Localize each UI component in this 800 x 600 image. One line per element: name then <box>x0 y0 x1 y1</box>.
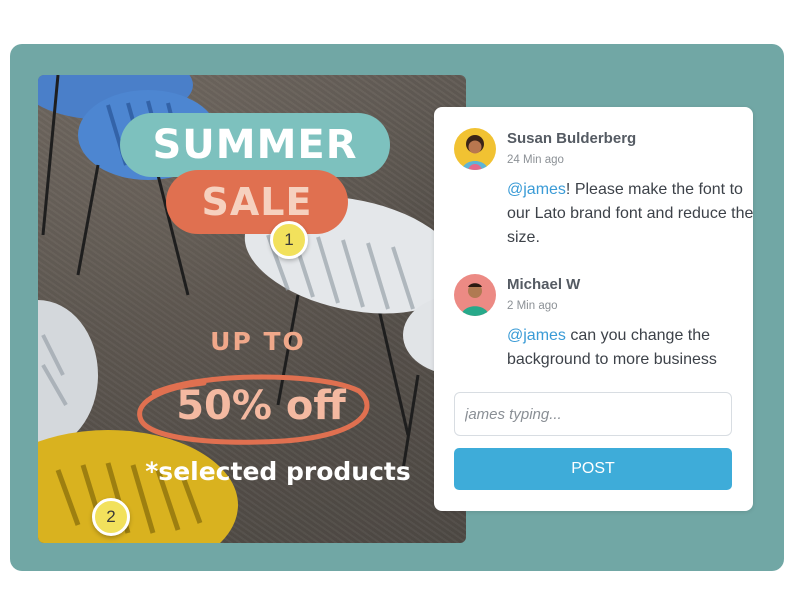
comment-item: Susan Bulderberg 24 Min ago @james! Plea… <box>454 128 753 248</box>
comment-author: Michael W <box>507 276 581 293</box>
comment-marker-1-label: 1 <box>284 230 294 249</box>
comment-time: 2 Min ago <box>507 300 558 312</box>
up-to-text: UP TO <box>210 327 306 356</box>
comment-time: 24 Min ago <box>507 154 564 166</box>
mention-link[interactable]: @james <box>507 327 566 344</box>
post-button[interactable]: POST <box>454 448 732 490</box>
comment-marker-2[interactable]: 2 <box>92 498 130 536</box>
comment-panel: Susan Bulderberg 24 Min ago @james! Plea… <box>434 107 753 511</box>
selected-products-note: *selected products <box>145 457 411 486</box>
discount-text: 50% off <box>176 383 346 429</box>
comment-item: Michael W 2 Min ago @james can you chang… <box>454 274 737 374</box>
sale-title-pill: SALE <box>166 170 348 234</box>
comment-marker-1[interactable]: 1 <box>270 221 308 259</box>
comment-body: @james! Please make the font to our Lato… <box>507 178 757 250</box>
sale-title-text: SALE <box>201 180 313 224</box>
comment-author: Susan Bulderberg <box>507 130 637 147</box>
avatar-susan[interactable] <box>454 128 496 170</box>
comment-input[interactable] <box>454 392 732 436</box>
summer-title-pill: SUMMER <box>120 113 390 177</box>
comment-marker-2-label: 2 <box>106 507 116 526</box>
avatar-michael[interactable] <box>454 274 496 316</box>
mention-link[interactable]: @james <box>507 181 566 198</box>
comment-body: @james can you change the background to … <box>507 324 757 372</box>
promo-image[interactable]: SUMMER SALE UP TO 50% off *selected prod… <box>38 75 466 543</box>
summer-title-text: SUMMER <box>152 122 358 168</box>
